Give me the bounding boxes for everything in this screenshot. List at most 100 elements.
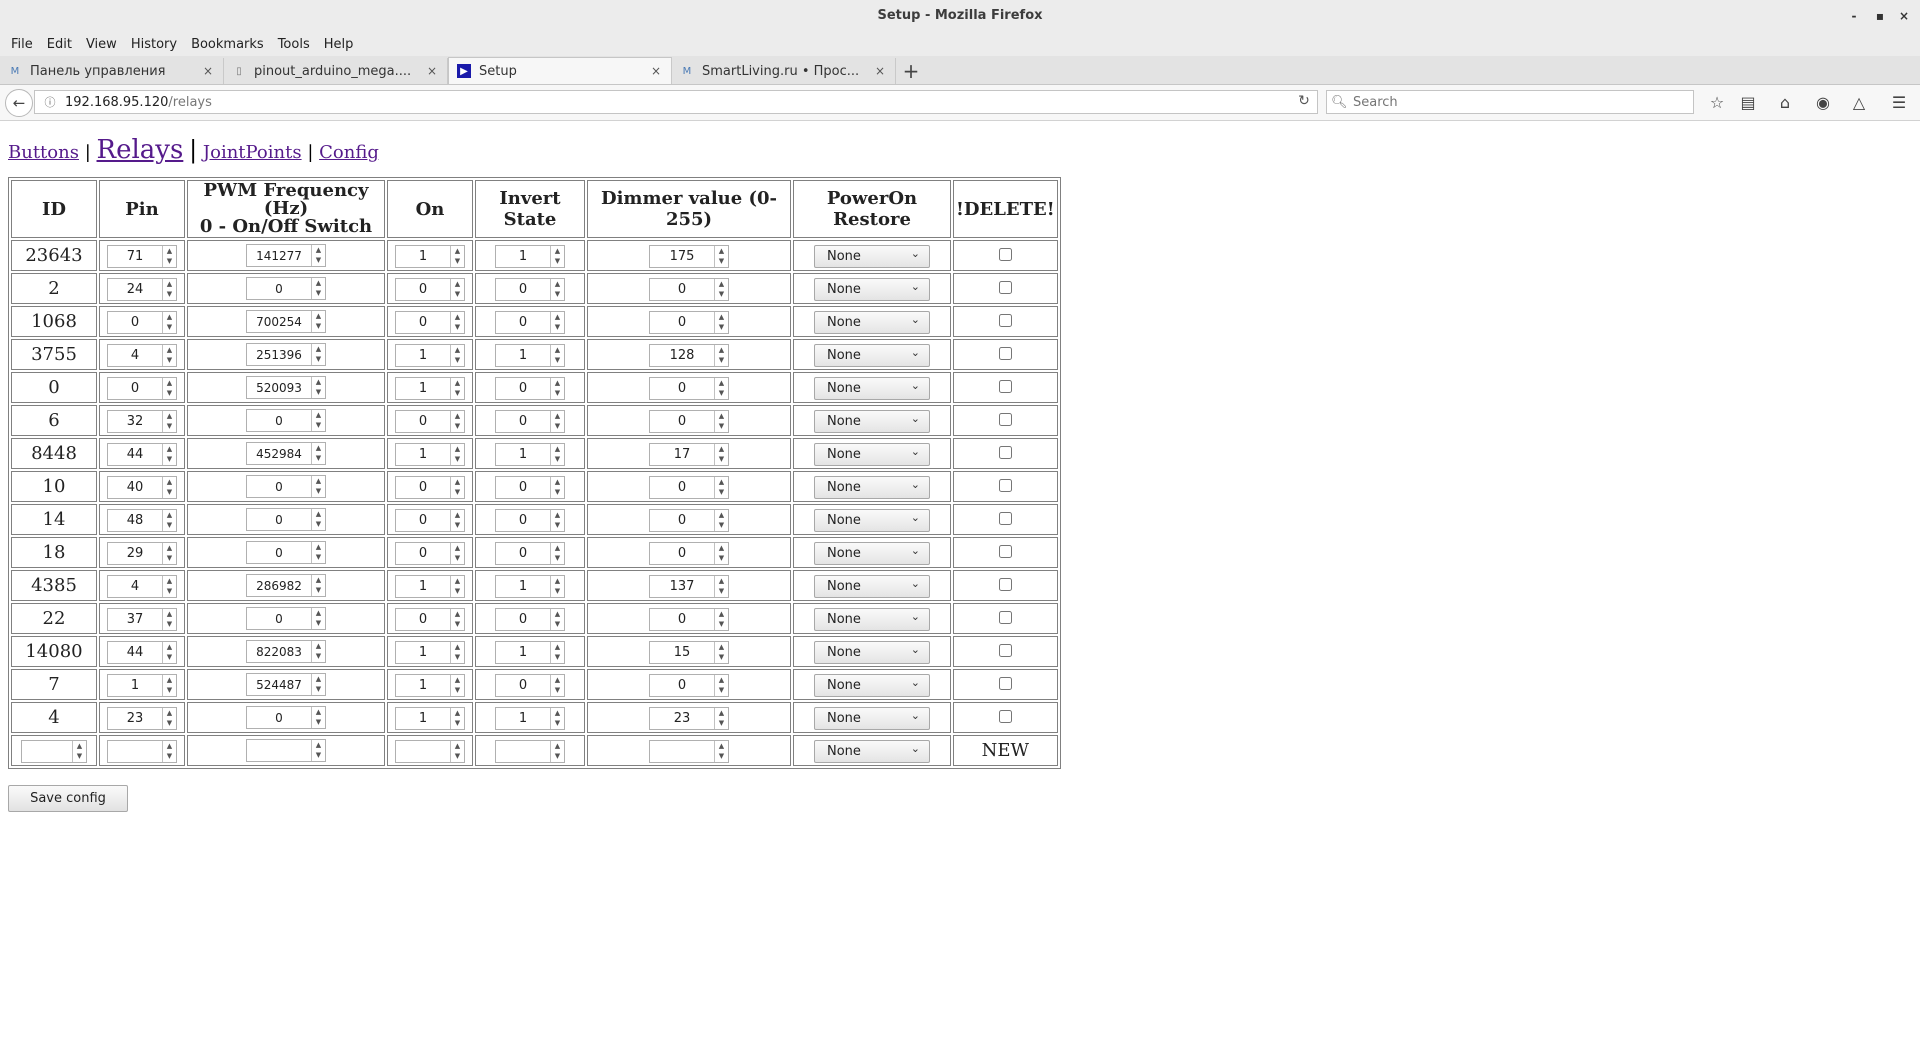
invert-state-input[interactable]	[496, 246, 550, 266]
spinner-icon[interactable]: ▲ ▼	[311, 344, 325, 366]
dimmer-value-input[interactable]	[650, 675, 714, 695]
search-bar[interactable]: 🔍︎	[1326, 90, 1694, 114]
invert-state-input[interactable]	[496, 543, 550, 563]
on-input[interactable]	[396, 642, 450, 662]
pin-input[interactable]	[108, 576, 162, 596]
pwm-frequency-input[interactable]	[247, 344, 311, 365]
spinner-icon[interactable]: ▲ ▼	[550, 245, 564, 267]
spinner-icon[interactable]: ▲ ▼	[550, 674, 564, 696]
hamburger-menu-icon[interactable]: ☰	[1888, 92, 1910, 114]
invert-state-input[interactable]	[496, 576, 550, 596]
spinner-icon[interactable]: ▲ ▼	[450, 608, 464, 630]
spinner-icon[interactable]: ▲ ▼	[162, 377, 176, 399]
spinner-icon[interactable]: ▲ ▼	[311, 608, 325, 630]
spinner-icon[interactable]: ▲ ▼	[311, 575, 325, 597]
delete-checkbox[interactable]	[998, 248, 1012, 261]
new-id-input[interactable]	[22, 741, 72, 761]
invert-state-input[interactable]	[496, 510, 550, 530]
menu-bookmarks[interactable]: Bookmarks	[184, 37, 271, 52]
site-info-icon[interactable]: ⓘ	[41, 94, 59, 110]
delete-checkbox[interactable]	[998, 446, 1012, 459]
on-input[interactable]	[396, 411, 450, 431]
spinner-icon[interactable]: ▲ ▼	[714, 344, 728, 366]
spinner-icon[interactable]: ▲ ▼	[162, 740, 176, 762]
spinner-icon[interactable]: ▲ ▼	[450, 641, 464, 663]
pwm-frequency-input[interactable]	[247, 608, 311, 629]
on-input[interactable]	[396, 576, 450, 596]
spinner-icon[interactable]: ▲ ▼	[450, 707, 464, 729]
spinner-icon[interactable]: ▲ ▼	[311, 542, 325, 564]
pin-input[interactable]	[108, 279, 162, 299]
spinner-icon[interactable]: ▲ ▼	[311, 740, 325, 762]
delete-checkbox[interactable]	[998, 545, 1012, 558]
dimmer-value-input[interactable]	[650, 279, 714, 299]
spinner-icon[interactable]: ▲ ▼	[550, 311, 564, 333]
invert-state-input[interactable]	[496, 675, 550, 695]
spinner-icon[interactable]: ▲ ▼	[550, 377, 564, 399]
sync-icon[interactable]: △	[1848, 92, 1870, 114]
menu-help[interactable]: Help	[317, 37, 361, 52]
spinner-icon[interactable]: ▲ ▼	[162, 344, 176, 366]
spinner-icon[interactable]: ▲ ▼	[714, 410, 728, 432]
spinner-icon[interactable]: ▲ ▼	[550, 443, 564, 465]
spinner-icon[interactable]: ▲ ▼	[450, 278, 464, 300]
pin-input[interactable]	[108, 642, 162, 662]
spinner-icon[interactable]: ▲ ▼	[311, 641, 325, 663]
home-icon[interactable]: ⌂	[1774, 92, 1796, 114]
pin-input[interactable]	[108, 444, 162, 464]
spinner-icon[interactable]: ▲ ▼	[450, 674, 464, 696]
invert-state-input[interactable]	[496, 444, 550, 464]
dimmer-value-input[interactable]	[650, 543, 714, 563]
spinner-icon[interactable]: ▲ ▼	[714, 443, 728, 465]
save-config-button[interactable]: Save config	[8, 785, 128, 812]
spinner-icon[interactable]: ▲ ▼	[162, 542, 176, 564]
spinner-icon[interactable]: ▲ ▼	[311, 278, 325, 300]
new-on-input[interactable]	[396, 741, 450, 761]
spinner-icon[interactable]: ▲ ▼	[162, 476, 176, 498]
delete-checkbox[interactable]	[998, 413, 1012, 426]
new-dimmer-input[interactable]	[650, 741, 714, 761]
delete-checkbox[interactable]	[998, 479, 1012, 492]
nav-buttons-link[interactable]: Buttons	[8, 142, 79, 163]
pwm-frequency-input[interactable]	[247, 641, 311, 662]
on-input[interactable]	[396, 510, 450, 530]
spinner-icon[interactable]: ▲ ▼	[311, 245, 325, 267]
menu-view[interactable]: View	[79, 37, 124, 52]
poweron-restore-select[interactable]: None	[814, 310, 930, 334]
spinner-icon[interactable]: ▲ ▼	[162, 410, 176, 432]
spinner-icon[interactable]: ▲ ▼	[162, 674, 176, 696]
spinner-icon[interactable]: ▲ ▼	[311, 443, 325, 465]
menu-file[interactable]: File	[4, 37, 40, 52]
dimmer-value-input[interactable]	[650, 378, 714, 398]
invert-state-input[interactable]	[496, 312, 550, 332]
poweron-restore-select[interactable]: None	[814, 475, 930, 499]
reading-list-icon[interactable]: ▤	[1737, 92, 1759, 114]
poweron-restore-select[interactable]: None	[814, 706, 930, 730]
on-input[interactable]	[396, 378, 450, 398]
on-input[interactable]	[396, 279, 450, 299]
spinner-icon[interactable]: ▲ ▼	[450, 443, 464, 465]
tab-close-icon[interactable]: ×	[873, 64, 887, 78]
poweron-restore-select[interactable]: None	[814, 277, 930, 301]
back-button[interactable]: ←	[5, 88, 33, 117]
invert-state-input[interactable]	[496, 411, 550, 431]
on-input[interactable]	[396, 246, 450, 266]
spinner-icon[interactable]: ▲ ▼	[450, 245, 464, 267]
spinner-icon[interactable]: ▲ ▼	[550, 641, 564, 663]
spinner-icon[interactable]: ▲ ▼	[450, 377, 464, 399]
dimmer-value-input[interactable]	[650, 609, 714, 629]
dimmer-value-input[interactable]	[650, 246, 714, 266]
menu-edit[interactable]: Edit	[40, 37, 79, 52]
spinner-icon[interactable]: ▲ ▼	[162, 707, 176, 729]
search-input[interactable]	[1351, 93, 1685, 111]
spinner-icon[interactable]: ▲ ▼	[72, 740, 86, 762]
delete-checkbox[interactable]	[998, 314, 1012, 327]
spinner-icon[interactable]: ▲ ▼	[550, 608, 564, 630]
pwm-frequency-input[interactable]	[247, 377, 311, 398]
maximize-button[interactable]: ▪	[1870, 0, 1890, 32]
poweron-restore-select[interactable]: None	[814, 409, 930, 433]
pwm-frequency-input[interactable]	[247, 707, 311, 728]
pin-input[interactable]	[108, 510, 162, 530]
poweron-restore-select[interactable]: None	[814, 541, 930, 565]
pwm-frequency-input[interactable]	[247, 674, 311, 695]
